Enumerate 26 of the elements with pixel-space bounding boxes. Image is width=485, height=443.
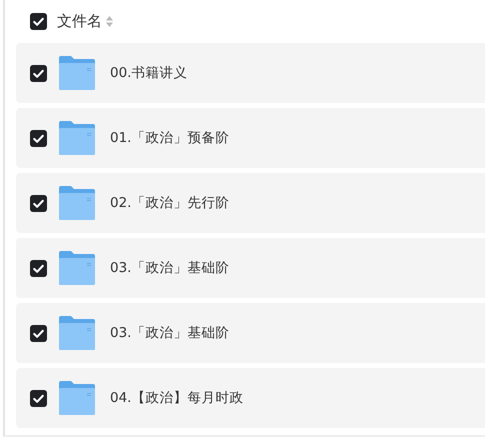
folder-icon	[59, 186, 95, 220]
folder-icon	[59, 56, 95, 90]
folder-icon	[59, 251, 95, 285]
folder-icon	[59, 381, 95, 415]
column-header[interactable]: 文件名	[57, 12, 102, 31]
checkbox[interactable]	[30, 324, 47, 342]
folder-icon	[59, 316, 95, 350]
checkbox[interactable]	[30, 13, 47, 30]
file-row[interactable]: 02.「政治」先行阶	[16, 173, 485, 233]
file-name: 04.【政治】每月时政	[110, 389, 244, 407]
checkbox[interactable]	[30, 260, 47, 276]
folder-icon	[59, 121, 95, 155]
checkbox[interactable]	[30, 64, 47, 82]
file-name: 01.「政治」预备阶	[110, 129, 230, 147]
file-row[interactable]: 04.【政治】每月时政	[16, 368, 485, 428]
file-name: 03.「政治」基础阶	[110, 259, 230, 277]
file-row[interactable]: 00.书籍讲义	[16, 43, 485, 103]
file-row[interactable]: 01.「政治」预备阶	[16, 108, 485, 168]
file-name: 03.「政治」基础阶	[110, 324, 230, 342]
file-row[interactable]: 03.「政治」基础阶	[16, 303, 485, 363]
checkbox[interactable]	[30, 194, 47, 212]
checkbox[interactable]	[30, 130, 47, 146]
file-row[interactable]: 03.「政治」基础阶	[16, 238, 485, 298]
checkbox[interactable]	[30, 390, 47, 406]
file-name: 02.「政治」先行阶	[110, 194, 230, 212]
file-name: 00.书籍讲义	[110, 64, 188, 82]
